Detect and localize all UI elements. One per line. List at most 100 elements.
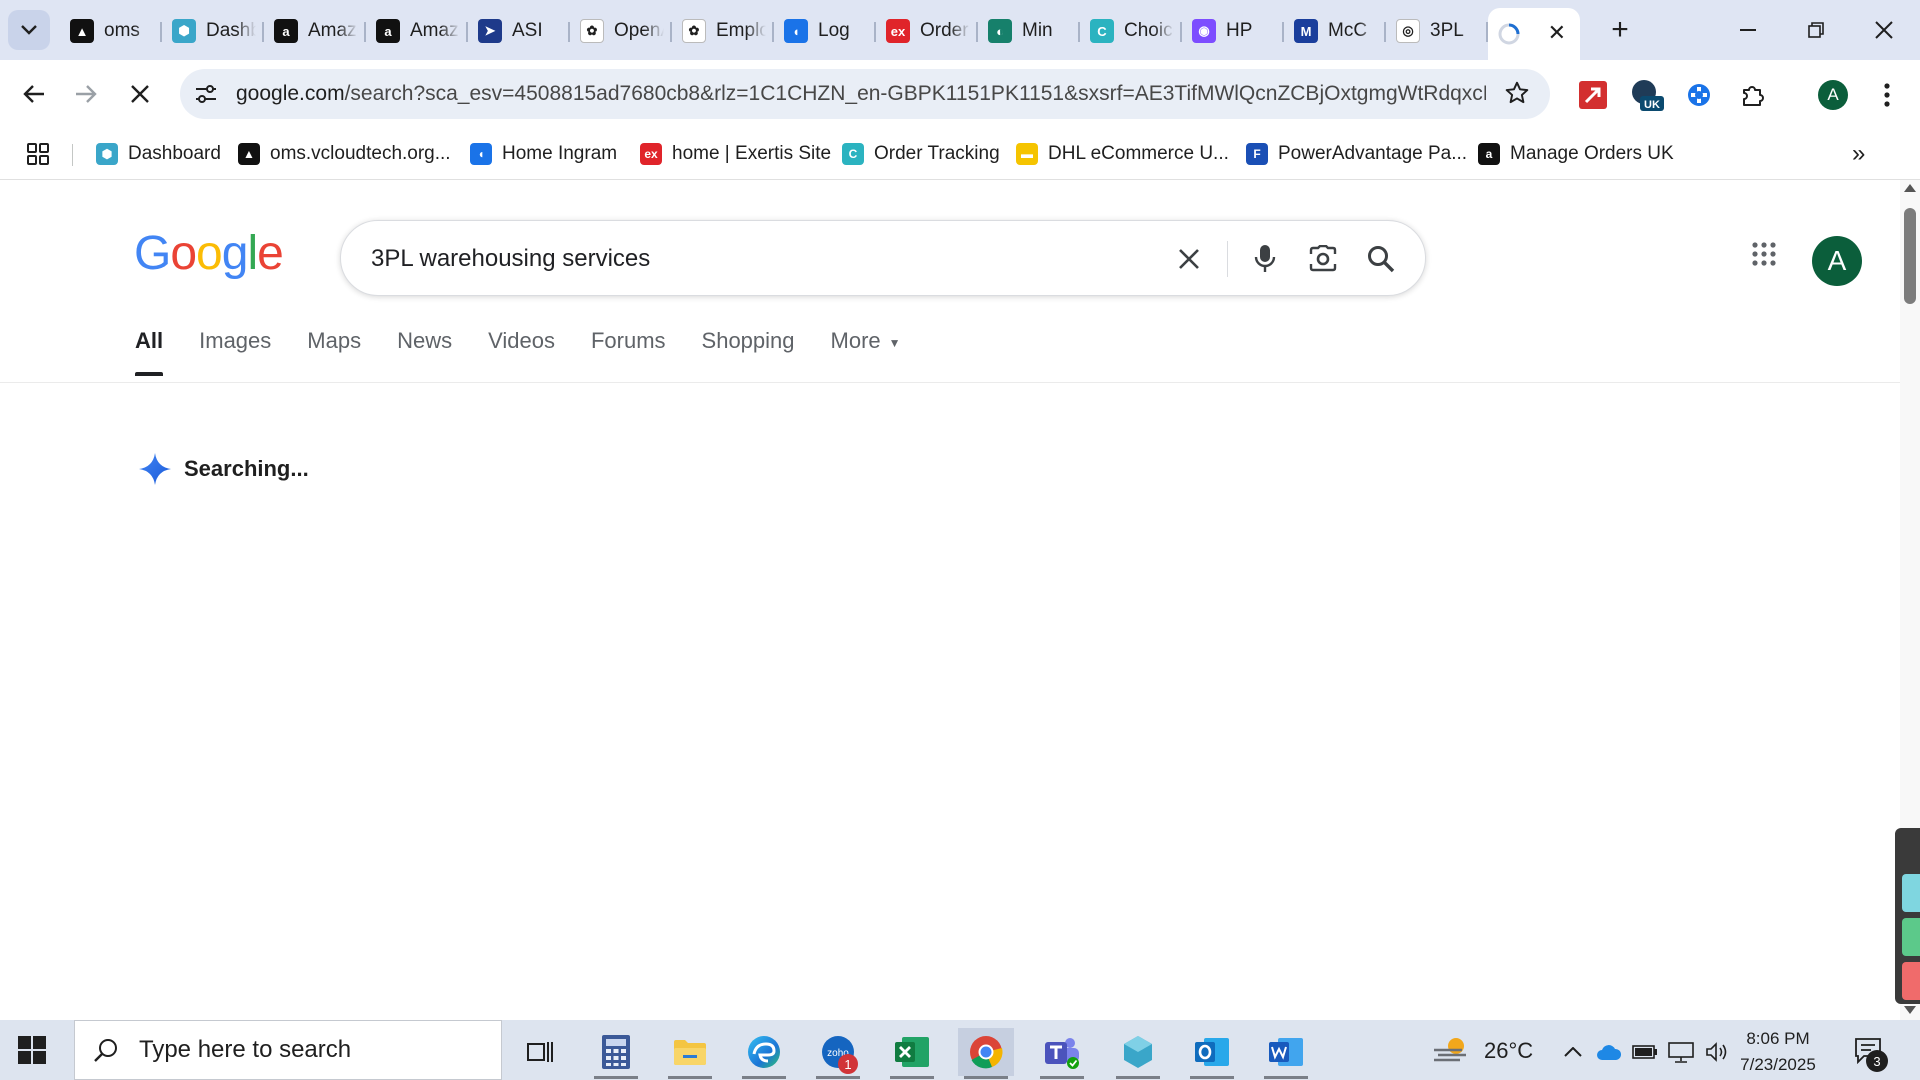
search-tab-shopping[interactable]: Shopping — [702, 328, 795, 372]
search-tab-images[interactable]: Images — [199, 328, 271, 372]
puzzle-extension-button[interactable] — [1682, 78, 1716, 112]
widget-tab-red[interactable] — [1902, 962, 1920, 1000]
amazon-icon: a — [274, 19, 298, 43]
taskbar-hexagon-app[interactable] — [1110, 1028, 1166, 1079]
stop-loading-button[interactable] — [120, 74, 160, 114]
browser-tab[interactable]: ◎ 3PL — [1386, 8, 1488, 54]
bookmark-item[interactable]: C Order Tracking — [842, 140, 1000, 168]
taskbar-search-placeholder: Type here to search — [139, 1036, 352, 1063]
search-tab-label: Forums — [590, 328, 666, 353]
google-logo[interactable]: Google — [134, 226, 284, 281]
uk-vpn-extension-button[interactable]: UK — [1630, 78, 1664, 112]
close-window-button[interactable] — [1856, 8, 1912, 52]
google-account-avatar[interactable]: A — [1812, 236, 1862, 286]
chrome-menu-button[interactable] — [1872, 78, 1902, 112]
bookmark-item[interactable]: ⬢ Dashboard — [96, 140, 221, 168]
scroll-down-arrow-icon[interactable] — [1904, 1006, 1916, 1014]
battery-tray-icon[interactable] — [1632, 1040, 1658, 1064]
back-button[interactable] — [14, 74, 54, 114]
search-input[interactable] — [371, 239, 1151, 279]
close-tab-button[interactable]: ✕ — [1548, 20, 1566, 46]
taskbar-chrome[interactable] — [958, 1028, 1014, 1079]
browser-tab[interactable]: a Amazon — [264, 8, 366, 54]
browser-tab[interactable]: a Amazon — [366, 8, 468, 54]
bookmarks-overflow-button[interactable]: » — [1852, 140, 1865, 168]
google-apps-button[interactable] — [1752, 242, 1776, 271]
volume-tray-icon[interactable] — [1704, 1040, 1730, 1064]
taskbar-file-explorer[interactable] — [662, 1028, 718, 1079]
start-button[interactable] — [18, 1036, 46, 1069]
browser-tab[interactable]: ▲ oms — [60, 8, 162, 54]
widget-tab-teal[interactable] — [1902, 874, 1920, 912]
task-view-button[interactable] — [512, 1028, 568, 1076]
taskbar-word[interactable] — [1258, 1028, 1314, 1079]
search-tab-forums[interactable]: Forums — [591, 328, 666, 372]
profile-avatar-button[interactable]: A — [1818, 80, 1848, 110]
search-tab-videos[interactable]: Videos — [488, 328, 555, 372]
side-floating-widget[interactable] — [1895, 828, 1920, 1004]
amazon-icon: a — [376, 19, 400, 43]
bookmark-item[interactable]: ▬ DHL eCommerce U... — [1016, 140, 1229, 168]
extensions-menu-button[interactable] — [1736, 78, 1770, 112]
apps-shortcut-button[interactable] — [26, 142, 50, 171]
tab-search-button[interactable] — [8, 10, 50, 50]
taskbar-teams[interactable] — [1034, 1028, 1090, 1079]
apps-grid-icon — [1752, 242, 1776, 266]
lens-search-button[interactable] — [1303, 239, 1343, 279]
browser-tab[interactable]: ◐ Min — [978, 8, 1080, 54]
pdf-extension-button[interactable] — [1576, 78, 1610, 112]
extensions-icon — [1743, 86, 1764, 106]
tabs-divider — [0, 382, 1900, 383]
scroll-thumb[interactable] — [1904, 208, 1916, 304]
bookmark-item[interactable]: ◖ Home Ingram — [470, 140, 617, 168]
search-tab-all[interactable]: All — [135, 328, 164, 376]
url-text[interactable]: google.com/search?sca_esv=4508815ad7680c… — [236, 82, 1486, 106]
taskbar-edge[interactable] — [736, 1028, 792, 1079]
taskbar-outlook[interactable] — [1184, 1028, 1240, 1079]
bookmark-star-button[interactable] — [1504, 80, 1530, 111]
address-bar[interactable]: google.com/search?sca_esv=4508815ad7680c… — [180, 69, 1550, 119]
new-tab-button[interactable]: + — [1600, 10, 1640, 50]
forward-button[interactable] — [66, 74, 106, 114]
browser-tab[interactable]: ✿ OpenAI — [570, 8, 672, 54]
active-browser-tab[interactable]: ✕ — [1488, 8, 1580, 60]
onedrive-tray-icon[interactable] — [1596, 1040, 1622, 1064]
bookmark-item[interactable]: F PowerAdvantage Pa... — [1246, 140, 1467, 168]
bookmark-item[interactable]: a Manage Orders UK — [1478, 140, 1674, 168]
browser-tab[interactable]: M McC — [1284, 8, 1386, 54]
browser-tab[interactable]: ➤ ASI — [468, 8, 570, 54]
search-tab-news[interactable]: News — [397, 328, 452, 372]
widget-tab-green[interactable] — [1902, 918, 1920, 956]
browser-tab[interactable]: C Choice — [1080, 8, 1182, 54]
tab-title: Choice — [1124, 20, 1174, 41]
voice-search-button[interactable] — [1245, 239, 1285, 279]
bookmark-item[interactable]: ex home | Exertis Site — [640, 140, 831, 168]
restore-icon — [1808, 22, 1824, 38]
network-tray-icon[interactable] — [1668, 1040, 1694, 1064]
browser-tab[interactable]: ◉ HP — [1182, 8, 1284, 54]
minimize-button[interactable] — [1720, 8, 1776, 52]
dashboard-hexagon-icon: ⬢ — [172, 19, 196, 43]
restore-button[interactable] — [1788, 8, 1844, 52]
browser-tab[interactable]: ◖ Log — [774, 8, 876, 54]
weather-widget[interactable]: 26°C — [1432, 1036, 1533, 1066]
clear-search-button[interactable] — [1169, 239, 1209, 279]
browser-tab[interactable]: ✿ Employee — [672, 8, 774, 54]
scroll-up-arrow-icon[interactable] — [1904, 184, 1916, 192]
search-submit-button[interactable] — [1361, 239, 1401, 279]
browser-tab[interactable]: ⬢ Dashboard — [162, 8, 264, 54]
browser-tab[interactable]: ex Order — [876, 8, 978, 54]
notification-center-button[interactable]: 3 — [1854, 1036, 1888, 1072]
taskbar-excel[interactable] — [884, 1028, 940, 1079]
search-tab-more[interactable]: More ▼ — [831, 328, 901, 372]
taskbar-clock[interactable]: 8:06 PM 7/23/2025 — [1730, 1026, 1826, 1078]
forward-arrow-icon — [76, 85, 97, 103]
site-info-button[interactable] — [184, 72, 228, 116]
search-status: Searching... — [138, 452, 309, 486]
bookmark-item[interactable]: ▲ oms.vcloudtech.org... — [238, 140, 451, 168]
taskbar-search-box[interactable]: Type here to search — [74, 1020, 502, 1080]
search-tab-maps[interactable]: Maps — [307, 328, 361, 372]
taskbar-zoho[interactable]: zoho 1 — [810, 1028, 866, 1079]
tray-overflow-button[interactable] — [1560, 1040, 1586, 1064]
taskbar-calculator[interactable] — [588, 1028, 644, 1079]
